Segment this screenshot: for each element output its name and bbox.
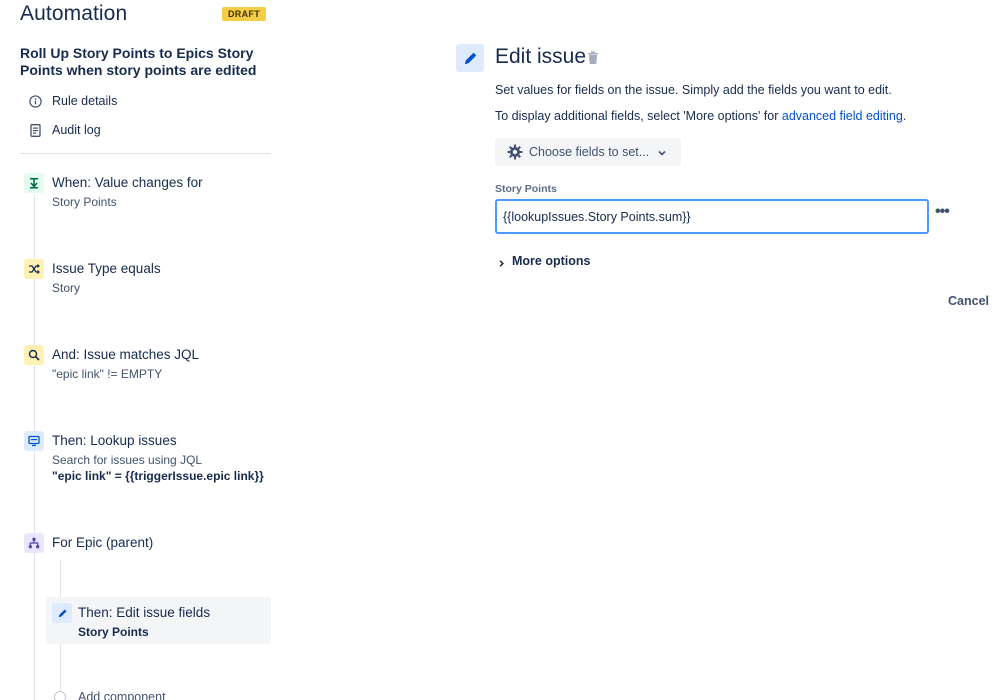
trash-icon[interactable] [587,51,599,65]
step-condition-jql-subtitle: "epic link" != EMPTY [52,367,163,381]
step-edit-issue-fields[interactable]: Then: Edit issue fields Story Points [46,597,271,644]
step-lookup-issues-query: "epic link" = {{triggerIssue.epic link}} [52,469,264,483]
step-condition-jql-title: And: Issue matches JQL [52,347,200,362]
advanced-field-editing-link[interactable]: advanced field editing [782,109,903,123]
step-edit-issue-fields-title: Then: Edit issue fields [78,605,211,620]
trigger-icon [24,173,44,193]
step-lookup-issues-title: Then: Lookup issues [52,433,177,448]
cancel-button[interactable]: Cancel [948,294,989,308]
pencil-icon [52,603,72,623]
story-points-input[interactable] [495,199,929,234]
editor-title: Edit issue [495,45,587,68]
draft-badge: DRAFT [222,7,266,21]
shuffle-icon [24,259,44,279]
step-edit-issue-fields-subtitle: Story Points [78,625,149,639]
document-icon [28,123,42,137]
hierarchy-icon [24,533,44,553]
edit-pencil-icon [456,44,484,72]
more-fields-hint-suffix: . [902,109,907,123]
step-condition-issue-type-subtitle: Story [52,281,81,295]
add-component-button[interactable]: Add component [54,690,166,700]
info-icon [28,94,42,108]
chevron-down-icon [657,147,667,157]
step-branch-epic-title: For Epic (parent) [52,535,154,550]
step-trigger-subtitle: Story Points [52,195,117,209]
app-title: Automation [20,2,128,25]
editor-description: Set values for fields on the issue. Simp… [495,83,892,97]
choose-fields-label: Choose fields to set... [529,145,650,159]
editor-more-fields-hint: To display additional fields, select 'Mo… [495,109,906,123]
search-icon [24,345,44,365]
audit-log-label: Audit log [52,123,101,137]
rule-details-label: Rule details [52,94,118,108]
step-trigger-title: When: Value changes for [52,175,203,190]
chevron-right-icon [497,257,506,267]
more-fields-hint-text: To display additional fields, select 'Mo… [495,109,782,123]
story-points-field-label: Story Points [495,183,557,195]
step-condition-issue-type-title: Issue Type equals [52,261,161,276]
gear-icon [507,144,523,160]
add-component-icon [54,691,66,700]
monitor-icon [24,431,44,451]
more-options-toggle[interactable]: More options [497,254,590,268]
sidebar-divider [20,153,271,154]
choose-fields-button[interactable]: Choose fields to set... [495,138,681,166]
add-component-label: Add component [78,690,166,700]
audit-log-link[interactable]: Audit log [28,123,101,137]
rule-name[interactable]: Roll Up Story Points to Epics Story Poin… [20,45,260,79]
rule-sidebar: Automation DRAFT Roll Up Story Points to… [0,0,290,700]
more-options-label: More options [512,254,591,268]
more-actions-button[interactable]: ••• [935,203,950,221]
step-lookup-issues-subtitle: Search for issues using JQL [52,453,203,467]
rule-details-link[interactable]: Rule details [28,94,117,108]
